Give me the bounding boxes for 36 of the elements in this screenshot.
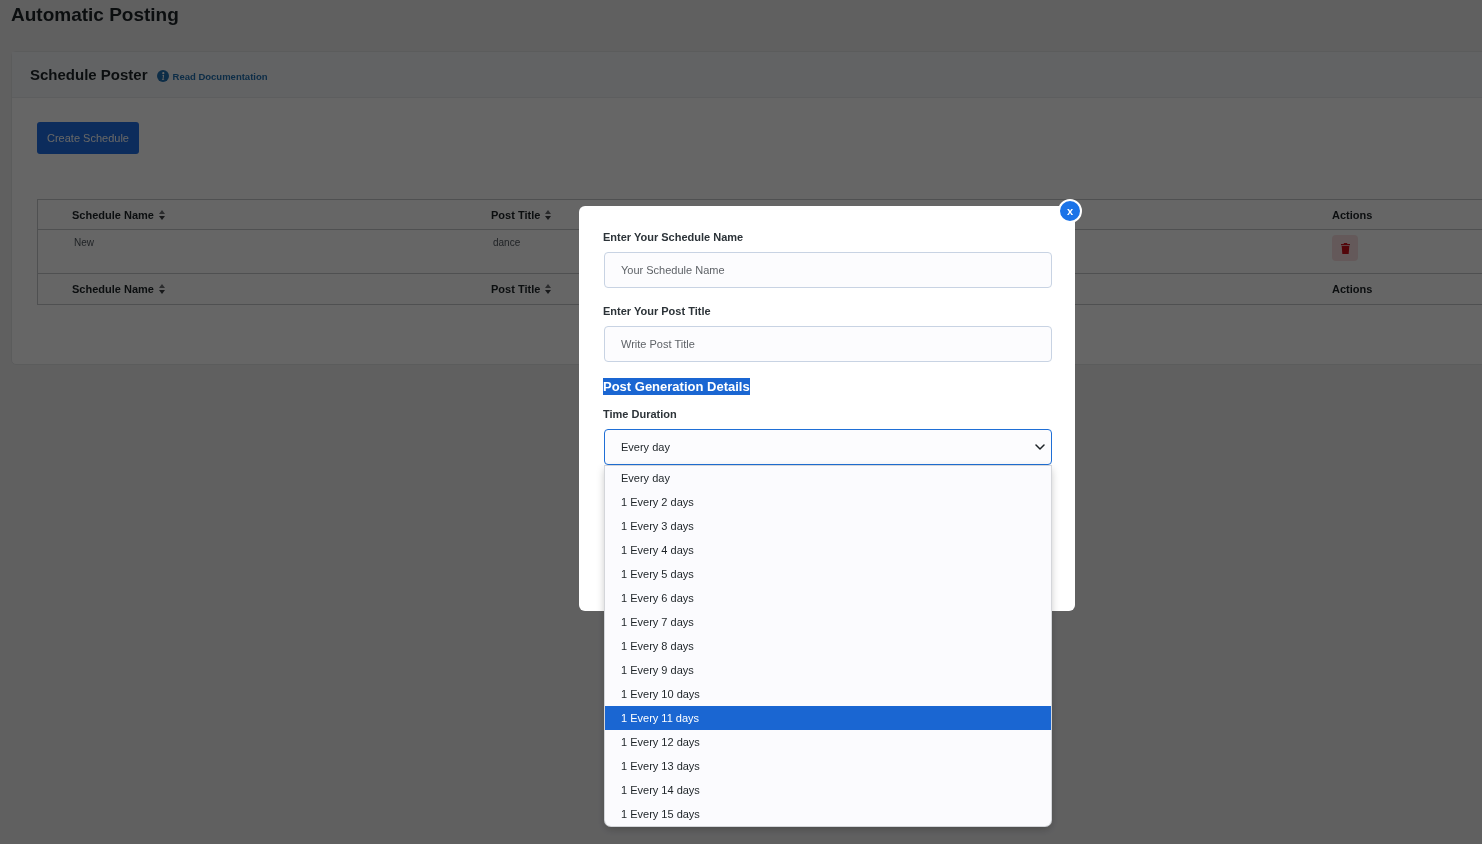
card-title: Schedule Poster (30, 65, 148, 84)
sort-icon (545, 209, 552, 220)
field-label: Time Duration (603, 407, 677, 421)
dropdown-option[interactable]: 1 Every 13 days (605, 754, 1051, 778)
text-input[interactable]: Write Post Title (604, 326, 1052, 362)
dropdown-option[interactable]: 1 Every 8 days (605, 634, 1051, 658)
dropdown-option[interactable]: 1 Every 11 days (605, 706, 1051, 730)
dropdown-option[interactable]: 1 Every 15 days (605, 802, 1051, 826)
dropdown-option[interactable]: 1 Every 2 days (605, 490, 1051, 514)
dropdown-option[interactable]: 1 Every 4 days (605, 538, 1051, 562)
dropdown-option[interactable]: 1 Every 3 days (605, 514, 1051, 538)
dropdown-option[interactable]: 1 Every 5 days (605, 562, 1051, 586)
trash-icon (1340, 242, 1350, 254)
chevron-down-icon (1035, 444, 1045, 450)
page-title: Automatic Posting (11, 3, 179, 27)
dropdown-option[interactable]: 1 Every 7 days (605, 610, 1051, 634)
field-label: Enter Your Post Title (603, 304, 711, 318)
select-field[interactable]: Every day (604, 429, 1052, 465)
field-label: Enter Your Schedule Name (603, 230, 744, 244)
column-header: Actions (1332, 208, 1373, 221)
info-icon (156, 70, 169, 82)
sort-icon (158, 209, 165, 220)
text-input[interactable]: Your Schedule Name (604, 252, 1052, 288)
dropdown-option[interactable]: 1 Every 10 days (605, 682, 1051, 706)
sort-icon (158, 284, 165, 294)
dropdown-option[interactable]: 1 Every 12 days (605, 730, 1051, 754)
sort-icon (545, 284, 552, 294)
dropdown-option[interactable]: 1 Every 9 days (605, 658, 1051, 682)
table-cell: dance (493, 237, 521, 249)
dropdown-option[interactable]: 1 Every 6 days (605, 586, 1051, 610)
table-cell: New (74, 237, 94, 249)
dropdown-option[interactable]: Every day (605, 466, 1051, 490)
dropdown-option[interactable]: 1 Every 14 days (605, 778, 1051, 802)
section-heading: Post Generation Details (603, 378, 750, 395)
column-header: Actions (1332, 283, 1373, 295)
delete-button[interactable] (1332, 235, 1358, 261)
